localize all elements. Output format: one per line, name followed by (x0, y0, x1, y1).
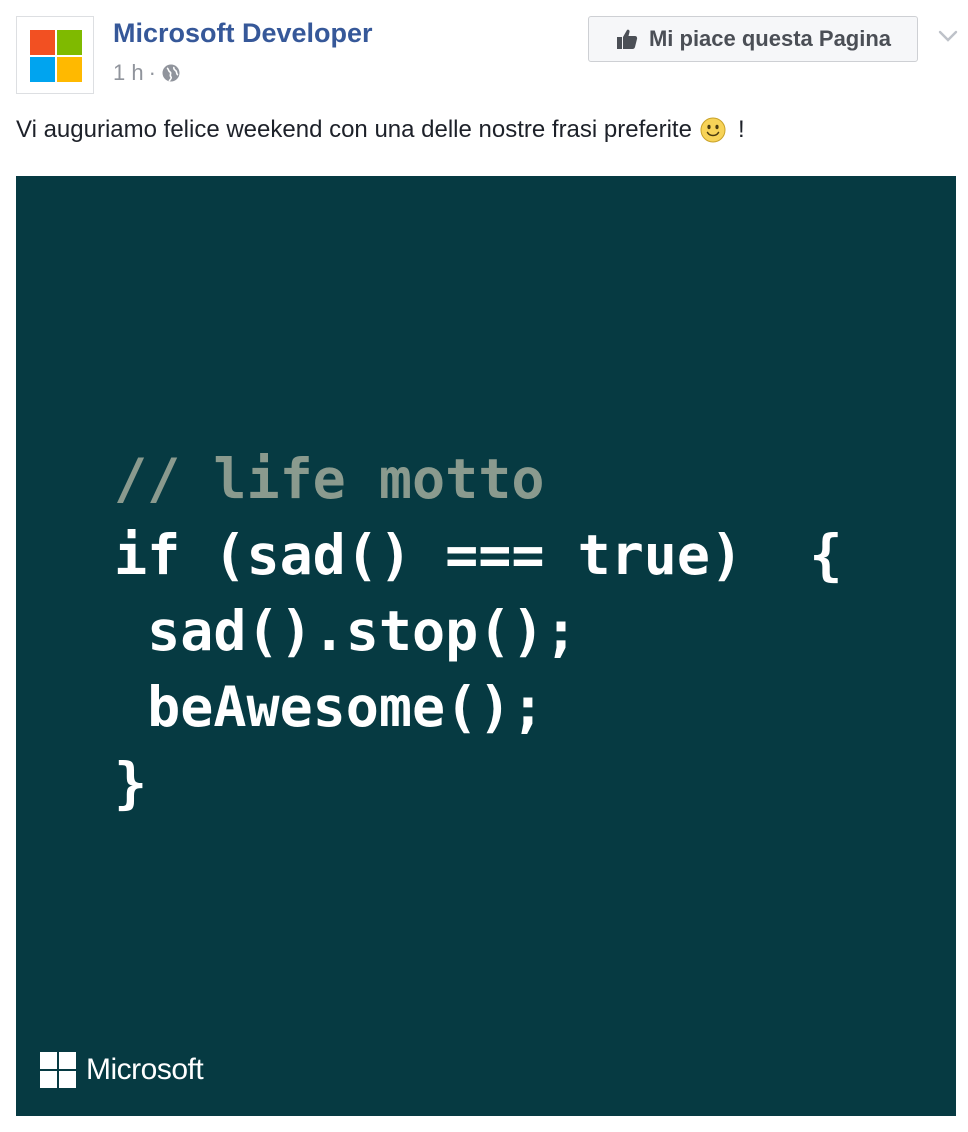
logo-red-square (30, 30, 55, 55)
like-page-button[interactable]: Mi piace questa Pagina (588, 16, 918, 62)
code-block: // life motto if (sad() === true) { sad(… (114, 441, 842, 821)
post-message: Vi auguriamo felice weekend con una dell… (16, 116, 692, 143)
like-page-label: Mi piace questa Pagina (648, 26, 892, 51)
globe-icon[interactable] (161, 63, 181, 83)
page-avatar[interactable] (16, 16, 94, 94)
smile-emoji-icon (700, 117, 726, 143)
logo-yellow-square (57, 57, 82, 82)
code-line-close: } (114, 751, 148, 815)
page-name-link[interactable]: Microsoft Developer (113, 18, 373, 49)
microsoft-wordmark: Microsoft (86, 1053, 204, 1086)
post-image[interactable]: // life motto if (sad() === true) { sad(… (16, 176, 956, 1116)
code-line-stop: sad().stop(); (114, 599, 578, 663)
post-timestamp[interactable]: 1 h (113, 60, 144, 86)
post-text: Vi auguriamo felice weekend con una dell… (16, 116, 745, 144)
code-line-awesome: beAwesome(); (114, 675, 545, 739)
post-header: Microsoft Developer 1 h · Mi piace quest… (16, 14, 958, 98)
code-line-if: if (sad() === true) { (114, 523, 843, 587)
thumbs-up-icon (616, 29, 638, 49)
logo-blue-square (30, 57, 55, 82)
logo-green-square (57, 30, 82, 55)
microsoft-grid-icon (40, 1052, 76, 1088)
post-meta: 1 h · (113, 60, 181, 86)
chevron-down-icon[interactable] (934, 22, 962, 50)
code-line-comment: // life motto (114, 447, 545, 511)
post-message-suffix: ! (737, 116, 745, 143)
microsoft-logo: Microsoft (40, 1052, 204, 1088)
meta-separator: · (148, 60, 156, 85)
